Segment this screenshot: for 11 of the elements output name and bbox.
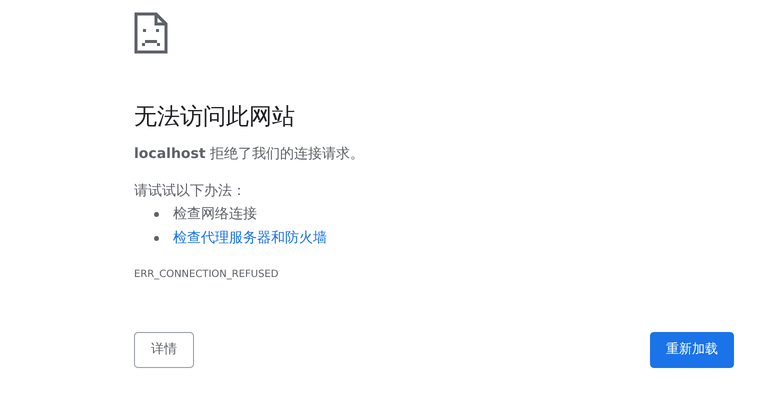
suggestions-heading: 请试试以下办法： xyxy=(134,182,247,201)
details-button[interactable]: 详情 xyxy=(134,332,194,368)
error-title: 无法访问此网站 xyxy=(134,103,296,132)
bullet-icon xyxy=(154,212,159,216)
error-message: localhost 拒绝了我们的连接请求。 xyxy=(134,145,366,164)
suggestion-link[interactable]: 检查代理服务器和防火墙 xyxy=(173,226,327,250)
error-code: ERR_CONNECTION_REFUSED xyxy=(134,268,280,282)
bullet-icon xyxy=(154,236,159,240)
reload-button[interactable]: 重新加载 xyxy=(650,332,734,368)
sad-page-icon xyxy=(134,12,168,54)
suggestion-text: 检查网络连接 xyxy=(173,205,257,224)
